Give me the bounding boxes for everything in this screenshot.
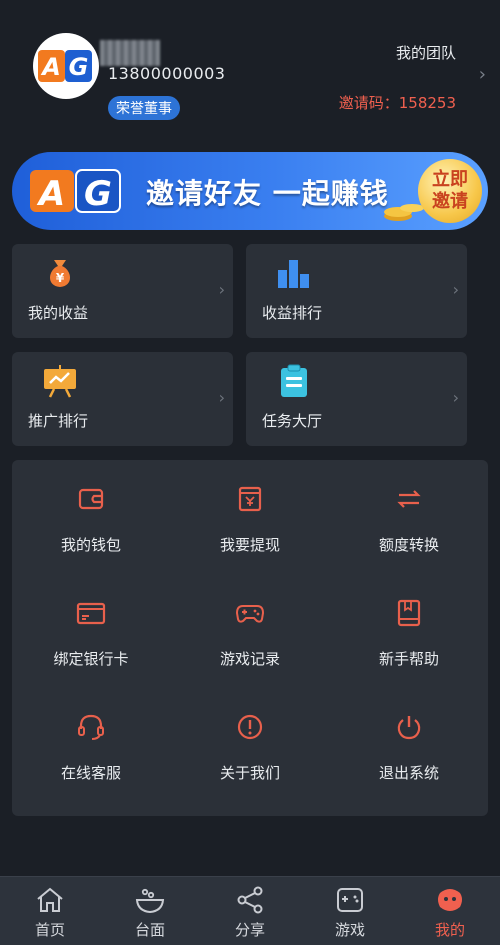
grid-item-bank-card[interactable]: 绑定银行卡 xyxy=(12,574,170,674)
tile-label: 我的收益 xyxy=(28,304,89,322)
clipboard-icon xyxy=(281,364,307,397)
profile-page: A G 13800000003 荣誉董事 我的团队 › 邀请码：158253 A… xyxy=(0,0,500,945)
grid-item-wallet[interactable]: 我的钱包 xyxy=(12,460,170,560)
ag-logo-icon: A G xyxy=(30,169,121,214)
function-grid: 我的钱包 我要提现 额度转换 绑定银行卡 游戏记录 新手帮助 在线客服 关于我们… xyxy=(12,460,488,816)
username-blurred xyxy=(100,40,160,66)
transfer-arrows-icon xyxy=(397,490,421,508)
gamepad-icon xyxy=(235,605,265,623)
svg-text:A: A xyxy=(40,53,61,81)
grid-label: 退出系统 xyxy=(378,764,439,782)
tile-promotion-ranking[interactable]: 推广排行 › xyxy=(12,352,233,446)
invite-code: 邀请码：158253 xyxy=(338,94,456,112)
gamepad-icon xyxy=(337,888,363,912)
withdraw-icon xyxy=(238,486,262,512)
nav-label: 分享 xyxy=(234,921,265,939)
svg-text:G: G xyxy=(69,53,89,81)
tile-label: 推广排行 xyxy=(28,412,89,430)
tile-earnings-ranking[interactable]: 收益排行 › xyxy=(246,244,467,338)
my-team-link[interactable]: 我的团队 xyxy=(396,42,456,63)
profile-header: A G 13800000003 荣誉董事 我的团队 › 邀请码：158253 xyxy=(0,0,500,140)
share-icon xyxy=(237,886,263,914)
nav-label: 首页 xyxy=(34,921,65,939)
nav-item-home[interactable]: 首页 xyxy=(0,877,100,945)
chevron-right-icon[interactable]: › xyxy=(479,64,486,85)
nav-label: 台面 xyxy=(134,921,165,939)
ag-logo-icon: A G xyxy=(38,50,92,82)
nav-label: 我的 xyxy=(434,921,465,939)
grid-item-about-us[interactable]: 关于我们 xyxy=(171,688,329,788)
grid-item-beginner-help[interactable]: 新手帮助 xyxy=(330,574,488,674)
invite-now-button[interactable]: 立即 邀请 xyxy=(418,159,482,223)
nav-item-share[interactable]: 分享 xyxy=(200,877,300,945)
bar-chart-icon xyxy=(278,260,309,288)
banner-slogan: 邀请好友 一起赚钱 xyxy=(146,177,389,210)
chevron-right-icon: › xyxy=(452,388,459,407)
grid-label: 在线客服 xyxy=(60,764,121,782)
invite-button-line2: 邀请 xyxy=(432,191,468,212)
grid-item-transfer[interactable]: 额度转换 xyxy=(330,460,488,560)
nav-item-table[interactable]: 台面 xyxy=(100,877,200,945)
power-icon xyxy=(397,716,421,740)
nav-item-games[interactable]: 游戏 xyxy=(300,877,400,945)
profile-face-icon xyxy=(438,889,462,911)
tile-label: 任务大厅 xyxy=(262,412,323,430)
bottom-nav: 首页 台面 分享 游戏 我的 xyxy=(0,876,500,945)
bowl-icon xyxy=(135,888,165,914)
grid-label: 新手帮助 xyxy=(378,650,439,668)
info-alert-icon xyxy=(237,714,263,740)
tile-my-earnings[interactable]: ¥ 我的收益 › xyxy=(12,244,233,338)
nav-item-mine[interactable]: 我的 xyxy=(400,877,500,945)
grid-label: 绑定银行卡 xyxy=(53,650,129,668)
grid-item-withdraw[interactable]: 我要提现 xyxy=(171,460,329,560)
invite-banner[interactable]: A G 邀请好友 一起赚钱 立即 邀请 xyxy=(12,152,488,230)
grid-item-logout[interactable]: 退出系统 xyxy=(330,688,488,788)
headset-icon xyxy=(78,714,104,740)
grid-label: 关于我们 xyxy=(219,764,280,782)
svg-text:G: G xyxy=(84,174,112,214)
grid-item-game-records[interactable]: 游戏记录 xyxy=(171,574,329,674)
phone-number: 13800000003 xyxy=(108,64,226,83)
grid-label: 额度转换 xyxy=(378,536,439,554)
chevron-right-icon: › xyxy=(218,280,225,299)
wallet-icon xyxy=(78,488,104,510)
grid-label: 我的钱包 xyxy=(60,536,121,554)
chevron-right-icon: › xyxy=(218,388,225,407)
nav-label: 游戏 xyxy=(334,921,365,939)
money-bag-icon: ¥ xyxy=(50,260,70,287)
bank-card-icon xyxy=(76,602,106,625)
presentation-icon xyxy=(44,365,76,398)
avatar[interactable]: A G xyxy=(33,33,99,99)
grid-item-customer-service[interactable]: 在线客服 xyxy=(12,688,170,788)
invite-button-line1: 立即 xyxy=(432,169,468,190)
rank-badge: 荣誉董事 xyxy=(108,96,180,120)
svg-text:A: A xyxy=(36,174,65,214)
svg-text:¥: ¥ xyxy=(56,271,65,285)
book-icon xyxy=(397,599,421,627)
chevron-right-icon: › xyxy=(452,280,459,299)
tile-task-hall[interactable]: 任务大厅 › xyxy=(246,352,467,446)
grid-label: 我要提现 xyxy=(219,536,280,554)
tile-label: 收益排行 xyxy=(262,304,323,322)
home-icon xyxy=(37,887,63,912)
grid-label: 游戏记录 xyxy=(219,650,280,668)
